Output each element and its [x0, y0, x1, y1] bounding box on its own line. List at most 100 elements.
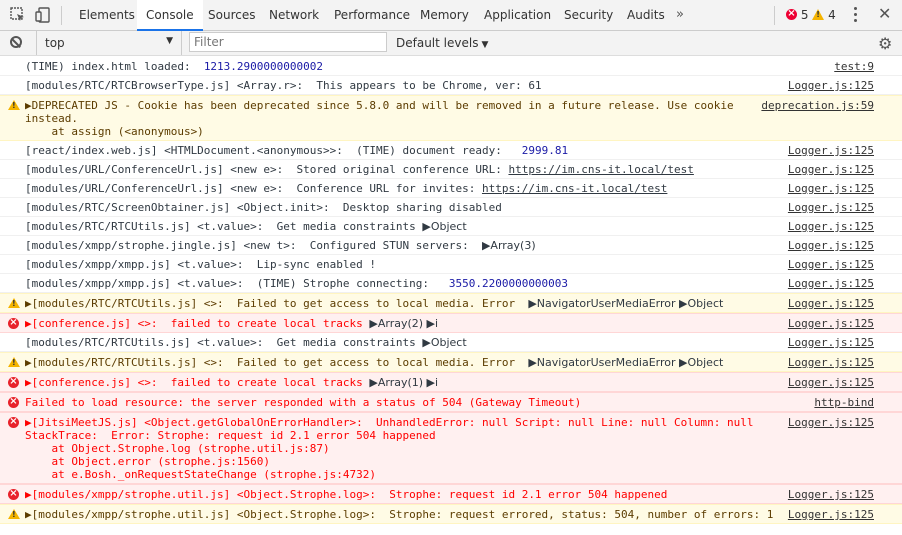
- console-messages: (TIME) index.html loaded: 1213.290000000…: [0, 57, 902, 524]
- inspect-element-icon[interactable]: [10, 7, 26, 23]
- message-text: ▶[modules/xmpp/strophe.util.js] <Object.…: [25, 508, 774, 521]
- message-text: (TIME) index.html loaded:: [25, 60, 204, 73]
- message-text: [modules/URL/ConferenceUrl.js] <new e>: …: [25, 163, 509, 176]
- console-message-info[interactable]: [react/index.web.js] <HTMLDocument.<anon…: [0, 141, 902, 160]
- message-source-link[interactable]: Logger.js:125: [788, 258, 874, 271]
- console-message-warn[interactable]: ▶[modules/xmpp/strophe.util.js] <Object.…: [0, 504, 902, 524]
- console-message-info[interactable]: [modules/xmpp/xmpp.js] <t.value>: (TIME)…: [0, 274, 902, 293]
- dropdown-arrow-icon: ▼: [481, 40, 489, 50]
- console-message-warn[interactable]: ▶DEPRECATED JS - Cookie has been depreca…: [0, 95, 902, 141]
- expandable-object[interactable]: ▶NavigatorUserMediaError ▶Object: [528, 297, 723, 310]
- message-source-link[interactable]: Logger.js:125: [788, 336, 874, 349]
- message-source-link[interactable]: Logger.js:125: [788, 416, 874, 429]
- console-message-warn[interactable]: ▶[modules/RTC/RTCUtils.js] <>: Failed to…: [0, 352, 902, 372]
- message-source-link[interactable]: http-bind: [814, 396, 874, 409]
- context-label: top: [45, 36, 65, 50]
- console-message-warn[interactable]: ▶[modules/RTC/RTCUtils.js] <>: Failed to…: [0, 293, 902, 313]
- tab-audits[interactable]: Audits: [618, 0, 674, 30]
- message-text: ▶[conference.js] <>: failed to create lo…: [25, 376, 370, 389]
- message-source-link[interactable]: Logger.js:125: [788, 163, 874, 176]
- message-source-link[interactable]: Logger.js:125: [788, 182, 874, 195]
- tab-application[interactable]: Application: [475, 0, 560, 30]
- warning-icon: [812, 9, 825, 20]
- context-selector[interactable]: top ▼: [36, 31, 182, 55]
- console-message-error[interactable]: ▶[conference.js] <>: failed to create lo…: [0, 372, 902, 392]
- message-number: 2999.81: [521, 144, 569, 157]
- console-message-info[interactable]: [modules/xmpp/xmpp.js] <t.value>: Lip-sy…: [0, 255, 902, 274]
- message-source-link[interactable]: Logger.js:125: [788, 201, 874, 214]
- message-source-link[interactable]: Logger.js:125: [788, 79, 874, 92]
- message-source-link[interactable]: Logger.js:125: [788, 356, 874, 369]
- more-tabs-chevron-icon[interactable]: »: [676, 0, 684, 30]
- message-text: ▶[conference.js] <>: failed to create lo…: [25, 317, 370, 330]
- message-source-link[interactable]: Logger.js:125: [788, 376, 874, 389]
- tab-security[interactable]: Security: [555, 0, 622, 30]
- console-message-info[interactable]: [modules/RTC/RTCBrowserType.js] <Array.r…: [0, 76, 902, 95]
- error-count: 5: [800, 8, 809, 22]
- tab-sources[interactable]: Sources: [199, 0, 264, 30]
- message-number: 1213.2900000000002: [203, 60, 324, 73]
- message-source-link[interactable]: test:9: [834, 60, 874, 73]
- message-source-link[interactable]: Logger.js:125: [788, 508, 874, 521]
- message-number: 3550.2200000000003: [448, 277, 569, 290]
- tab-console[interactable]: Console: [137, 0, 203, 31]
- expandable-object[interactable]: ▶Object: [422, 336, 466, 349]
- gear-icon[interactable]: ⚙: [878, 34, 892, 53]
- message-source-link[interactable]: Logger.js:125: [788, 317, 874, 330]
- tab-elements[interactable]: Elements: [70, 0, 144, 30]
- console-message-error[interactable]: ▶[modules/xmpp/strophe.util.js] <Object.…: [0, 484, 902, 504]
- tab-performance[interactable]: Performance: [325, 0, 419, 30]
- toolbar-divider: [61, 6, 62, 25]
- message-text: Failed to load resource: the server resp…: [25, 396, 582, 409]
- log-levels-label: Default levels: [396, 36, 479, 50]
- console-message-error[interactable]: ▶[conference.js] <>: failed to create lo…: [0, 313, 902, 333]
- message-source-link[interactable]: Logger.js:125: [788, 220, 874, 233]
- expandable-object[interactable]: ▶Object: [422, 220, 466, 233]
- expandable-object[interactable]: ▶Array(2) ▶i: [369, 317, 438, 330]
- message-text: ▶[modules/xmpp/strophe.util.js] <Object.…: [25, 488, 668, 501]
- console-message-info[interactable]: [modules/RTC/RTCUtils.js] <t.value>: Get…: [0, 217, 902, 236]
- console-message-error[interactable]: Failed to load resource: the server resp…: [0, 392, 902, 412]
- log-levels-dropdown[interactable]: Default levels ▼: [396, 36, 488, 50]
- console-message-info[interactable]: [modules/URL/ConferenceUrl.js] <new e>: …: [0, 179, 902, 198]
- message-source-link[interactable]: deprecation.js:59: [761, 99, 874, 112]
- message-text: ▶[JitsiMeetJS.js] <Object.getGlobalOnErr…: [25, 416, 754, 481]
- device-toolbar-icon[interactable]: [35, 7, 51, 23]
- message-text: [modules/xmpp/strophe.jingle.js] <new t>…: [25, 239, 482, 252]
- console-message-info[interactable]: [modules/URL/ConferenceUrl.js] <new e>: …: [0, 160, 902, 179]
- message-text: [modules/RTC/ScreenObtainer.js] <Object.…: [25, 201, 502, 214]
- message-text: [modules/RTC/RTCUtils.js] <t.value>: Get…: [25, 220, 423, 233]
- message-source-link[interactable]: Logger.js:125: [788, 297, 874, 310]
- dropdown-arrow-icon: ▼: [166, 36, 173, 46]
- expandable-object[interactable]: ▶NavigatorUserMediaError ▶Object: [528, 356, 723, 369]
- error-icon: [8, 415, 19, 429]
- close-icon[interactable]: ✕: [878, 4, 891, 23]
- console-toolbar: top ▼ Default levels▼ ⚙: [0, 31, 902, 56]
- console-message-error[interactable]: ▶[JitsiMeetJS.js] <Object.getGlobalOnErr…: [0, 412, 902, 484]
- message-source-link[interactable]: Logger.js:125: [788, 144, 874, 157]
- kebab-menu-icon[interactable]: [854, 7, 858, 25]
- message-text: [modules/xmpp/xmpp.js] <t.value>: Lip-sy…: [25, 258, 376, 271]
- clear-console-icon[interactable]: [10, 36, 22, 48]
- issue-counter[interactable]: 5 4: [786, 0, 836, 30]
- console-message-info[interactable]: (TIME) index.html loaded: 1213.290000000…: [0, 57, 902, 76]
- message-text: [modules/RTC/RTCBrowserType.js] <Array.r…: [25, 79, 542, 92]
- message-text: ▶DEPRECATED JS - Cookie has been depreca…: [25, 99, 734, 138]
- tab-network[interactable]: Network: [260, 0, 328, 30]
- message-source-link[interactable]: Logger.js:125: [788, 488, 874, 501]
- toolbar-divider: [774, 6, 775, 25]
- console-message-info[interactable]: [modules/xmpp/strophe.jingle.js] <new t>…: [0, 236, 902, 255]
- message-link[interactable]: https://im.cns-it.local/test: [482, 182, 667, 195]
- message-text: [modules/URL/ConferenceUrl.js] <new e>: …: [25, 182, 482, 195]
- expandable-object[interactable]: ▶Array(3): [482, 239, 536, 252]
- message-source-link[interactable]: Logger.js:125: [788, 277, 874, 290]
- message-source-link[interactable]: Logger.js:125: [788, 239, 874, 252]
- filter-input[interactable]: [189, 32, 387, 52]
- message-link[interactable]: https://im.cns-it.local/test: [508, 163, 693, 176]
- console-message-info[interactable]: [modules/RTC/ScreenObtainer.js] <Object.…: [0, 198, 902, 217]
- error-icon: [8, 487, 19, 501]
- error-icon: [8, 395, 19, 409]
- expandable-object[interactable]: ▶Array(1) ▶i: [369, 376, 438, 389]
- tab-memory[interactable]: Memory: [411, 0, 478, 30]
- console-message-info[interactable]: [modules/RTC/RTCUtils.js] <t.value>: Get…: [0, 333, 902, 352]
